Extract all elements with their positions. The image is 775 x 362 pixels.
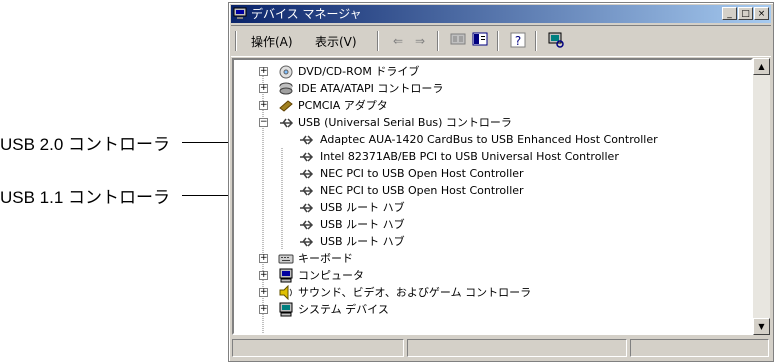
tree-item-usb-device[interactable]: Adaptec AUA-1420 CardBus to USB Enhanced… (234, 131, 751, 148)
collapse-icon[interactable]: − (259, 118, 268, 127)
close-button[interactable]: × (754, 7, 769, 20)
toolbar-separator-3 (497, 31, 499, 51)
title-bar[interactable]: デバイス マネージャ _ □ × (231, 5, 771, 23)
usb-icon (300, 203, 314, 213)
usb-icon (300, 237, 314, 247)
tree-item-label: システム デバイス (298, 303, 389, 316)
arrow-left-icon: ⇐ (392, 34, 404, 48)
sound-icon (279, 285, 292, 300)
tree-item-label: IDE ATA/ATAPI コントローラ (298, 82, 444, 95)
tree-item-usb-controllers[interactable]: − USB (Universal Serial Bus) コントローラ (234, 114, 751, 131)
toolbar-separator-2 (437, 31, 439, 51)
back-button[interactable]: ⇐ (389, 32, 407, 50)
expand-icon[interactable]: + (259, 84, 268, 93)
annotation-usb11-label: USB 1.1 コントローラ (0, 188, 171, 207)
usb-icon (300, 169, 314, 179)
tree-item-usb-device[interactable]: USB ルート ハブ (234, 216, 751, 233)
tree-item-label: USB ルート ハブ (320, 218, 405, 231)
status-bar (232, 339, 770, 357)
expand-icon[interactable]: + (259, 288, 268, 297)
window-title: デバイス マネージャ (251, 7, 362, 21)
properties-button[interactable] (449, 32, 467, 50)
tree-item-label: NEC PCI to USB Open Host Controller (320, 167, 524, 180)
toolbar-separator-1 (377, 31, 379, 51)
tree-item-label: Intel 82371AB/EB PCI to USB Universal Ho… (320, 150, 619, 163)
tree-item-label: PCMCIA アダプタ (298, 99, 388, 112)
menu-view[interactable]: 表示(V) (315, 33, 357, 50)
usb-icon (300, 135, 314, 145)
usb-icon (300, 220, 314, 230)
system-device-icon (279, 302, 293, 317)
status-pane-1 (232, 339, 404, 357)
expand-icon[interactable]: + (259, 67, 268, 76)
scan-hardware-button[interactable] (547, 32, 565, 50)
tree-item-label: サウンド、ビデオ、およびゲーム コントローラ (298, 286, 532, 299)
device-manager-icon (233, 7, 247, 19)
scroll-up-button[interactable]: ▲ (753, 58, 770, 75)
status-pane-2 (407, 339, 627, 357)
ide-controller-icon (279, 82, 293, 95)
pcmcia-icon (279, 100, 293, 112)
menu-action[interactable]: 操作(A) (251, 33, 293, 50)
expand-icon[interactable]: + (259, 254, 268, 263)
maximize-button[interactable]: □ (738, 7, 753, 20)
expand-icon[interactable]: + (259, 101, 268, 110)
scroll-down-button[interactable]: ▼ (753, 318, 770, 335)
menu-toolbar: 操作(A) 表示(V) ⇐ ⇒ ? (231, 25, 771, 57)
tree-item-dvd-cdrom[interactable]: + DVD/CD-ROM ドライブ (234, 63, 751, 80)
help-icon: ? (510, 32, 526, 48)
tree-item-label: USB (Universal Serial Bus) コントローラ (298, 116, 512, 129)
tree-item-usb-device[interactable]: NEC PCI to USB Open Host Controller (234, 165, 751, 182)
tree-item-label: NEC PCI to USB Open Host Controller (320, 184, 524, 197)
tree-item-pcmcia[interactable]: + PCMCIA アダプタ (234, 97, 751, 114)
tree-item-label: キーボード (298, 252, 353, 265)
tree-item-sound[interactable]: + サウンド、ビデオ、およびゲーム コントローラ (234, 284, 751, 301)
tree-item-ide-controller[interactable]: + IDE ATA/ATAPI コントローラ (234, 80, 751, 97)
keyboard-icon (278, 254, 294, 264)
svg-text:?: ? (515, 34, 521, 48)
view-icon (472, 32, 488, 46)
annotation-usb20-label: USB 2.0 コントローラ (0, 135, 171, 154)
vertical-scrollbar[interactable]: ▲ ▼ (753, 58, 770, 335)
menu-grip (235, 31, 237, 51)
help-button[interactable]: ? (509, 32, 527, 50)
tree-item-label: USB ルート ハブ (320, 235, 405, 248)
tree-item-system-devices[interactable]: + システム デバイス (234, 301, 751, 318)
computer-icon (279, 268, 293, 283)
device-manager-window: デバイス マネージャ _ □ × 操作(A) 表示(V) ⇐ ⇒ ? + DVD… (228, 2, 774, 362)
tree-item-usb-device[interactable]: USB ルート ハブ (234, 233, 751, 250)
view-button[interactable] (471, 32, 489, 50)
tree-item-computer[interactable]: + コンピュータ (234, 267, 751, 284)
tree-item-usb-device[interactable]: NEC PCI to USB Open Host Controller (234, 182, 751, 199)
properties-icon (450, 33, 466, 45)
usb-icon (300, 152, 314, 162)
toolbar-separator-4 (535, 31, 537, 51)
tree-item-label: DVD/CD-ROM ドライブ (298, 65, 420, 78)
status-pane-3 (630, 339, 769, 357)
cdrom-icon (279, 65, 293, 79)
forward-button[interactable]: ⇒ (411, 32, 429, 50)
tree-item-keyboard[interactable]: + キーボード (234, 250, 751, 267)
tree-item-label: USB ルート ハブ (320, 201, 405, 214)
scan-hardware-icon (548, 32, 564, 48)
usb-icon (300, 186, 314, 196)
minimize-button[interactable]: _ (722, 7, 737, 20)
expand-icon[interactable]: + (259, 305, 268, 314)
tree-item-usb-device[interactable]: Intel 82371AB/EB PCI to USB Universal Ho… (234, 148, 751, 165)
arrow-right-icon: ⇒ (414, 34, 426, 48)
tree-item-label: Adaptec AUA-1420 CardBus to USB Enhanced… (320, 133, 658, 146)
device-tree: + DVD/CD-ROM ドライブ + IDE ATA/ATAPI コントローラ… (232, 58, 753, 335)
tree-item-label: コンピュータ (298, 269, 364, 282)
expand-icon[interactable]: + (259, 271, 268, 280)
tree-item-usb-device[interactable]: USB ルート ハブ (234, 199, 751, 216)
usb-icon (280, 118, 294, 128)
